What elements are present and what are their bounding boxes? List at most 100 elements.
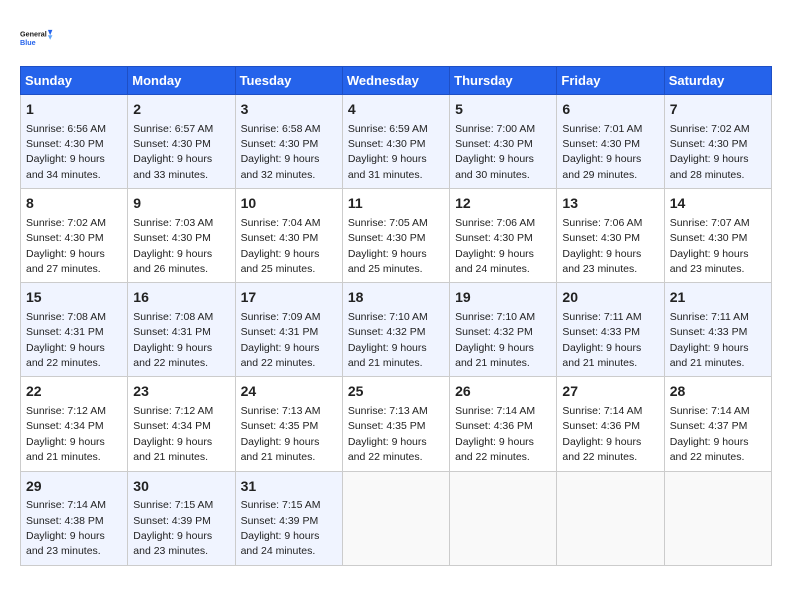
weekday-header-row: SundayMondayTuesdayWednesdayThursdayFrid… xyxy=(21,67,772,95)
daylight-text: Daylight: 9 hours and 21 minutes. xyxy=(562,342,641,369)
daylight-text: Daylight: 9 hours and 30 minutes. xyxy=(455,153,534,180)
calendar-day-cell: 7Sunrise: 7:02 AMSunset: 4:30 PMDaylight… xyxy=(664,95,771,189)
sunset-text: Sunset: 4:30 PM xyxy=(26,232,104,244)
weekday-header: Sunday xyxy=(21,67,128,95)
sunset-text: Sunset: 4:30 PM xyxy=(670,232,748,244)
day-number: 17 xyxy=(241,288,337,308)
day-number: 2 xyxy=(133,100,229,120)
sunset-text: Sunset: 4:39 PM xyxy=(133,515,211,527)
daylight-text: Daylight: 9 hours and 23 minutes. xyxy=(26,530,105,557)
daylight-text: Daylight: 9 hours and 21 minutes. xyxy=(26,436,105,463)
sunrise-text: Sunrise: 7:09 AM xyxy=(241,311,321,323)
calendar-day-cell: 15Sunrise: 7:08 AMSunset: 4:31 PMDayligh… xyxy=(21,283,128,377)
sunrise-text: Sunrise: 7:14 AM xyxy=(670,405,750,417)
calendar-day-cell: 30Sunrise: 7:15 AMSunset: 4:39 PMDayligh… xyxy=(128,471,235,565)
svg-text:General: General xyxy=(20,30,47,39)
sunrise-text: Sunrise: 7:11 AM xyxy=(670,311,749,323)
calendar-table: SundayMondayTuesdayWednesdayThursdayFrid… xyxy=(20,66,772,566)
calendar-day-cell: 24Sunrise: 7:13 AMSunset: 4:35 PMDayligh… xyxy=(235,377,342,471)
day-number: 25 xyxy=(348,382,444,402)
daylight-text: Daylight: 9 hours and 23 minutes. xyxy=(562,248,641,275)
calendar-day-cell: 4Sunrise: 6:59 AMSunset: 4:30 PMDaylight… xyxy=(342,95,449,189)
day-number: 18 xyxy=(348,288,444,308)
daylight-text: Daylight: 9 hours and 27 minutes. xyxy=(26,248,105,275)
sunrise-text: Sunrise: 7:11 AM xyxy=(562,311,641,323)
sunrise-text: Sunrise: 7:15 AM xyxy=(133,499,213,511)
sunrise-text: Sunrise: 7:13 AM xyxy=(348,405,428,417)
calendar-day-cell: 23Sunrise: 7:12 AMSunset: 4:34 PMDayligh… xyxy=(128,377,235,471)
logo-icon: GeneralBlue xyxy=(20,20,56,56)
daylight-text: Daylight: 9 hours and 21 minutes. xyxy=(133,436,212,463)
day-number: 11 xyxy=(348,194,444,214)
calendar-day-cell: 28Sunrise: 7:14 AMSunset: 4:37 PMDayligh… xyxy=(664,377,771,471)
calendar-day-cell: 14Sunrise: 7:07 AMSunset: 4:30 PMDayligh… xyxy=(664,189,771,283)
day-number: 12 xyxy=(455,194,551,214)
logo: GeneralBlue xyxy=(20,20,56,56)
sunrise-text: Sunrise: 7:13 AM xyxy=(241,405,321,417)
sunset-text: Sunset: 4:34 PM xyxy=(26,420,104,432)
sunset-text: Sunset: 4:30 PM xyxy=(348,232,426,244)
sunrise-text: Sunrise: 7:08 AM xyxy=(26,311,106,323)
sunset-text: Sunset: 4:30 PM xyxy=(562,232,640,244)
sunset-text: Sunset: 4:34 PM xyxy=(133,420,211,432)
daylight-text: Daylight: 9 hours and 21 minutes. xyxy=(670,342,749,369)
sunrise-text: Sunrise: 7:02 AM xyxy=(26,217,106,229)
calendar-day-cell: 21Sunrise: 7:11 AMSunset: 4:33 PMDayligh… xyxy=(664,283,771,377)
sunset-text: Sunset: 4:39 PM xyxy=(241,515,319,527)
sunrise-text: Sunrise: 7:14 AM xyxy=(562,405,642,417)
day-number: 20 xyxy=(562,288,658,308)
calendar-day-cell: 31Sunrise: 7:15 AMSunset: 4:39 PMDayligh… xyxy=(235,471,342,565)
sunset-text: Sunset: 4:32 PM xyxy=(455,326,533,338)
daylight-text: Daylight: 9 hours and 22 minutes. xyxy=(562,436,641,463)
daylight-text: Daylight: 9 hours and 24 minutes. xyxy=(241,530,320,557)
sunrise-text: Sunrise: 6:59 AM xyxy=(348,123,428,135)
daylight-text: Daylight: 9 hours and 29 minutes. xyxy=(562,153,641,180)
day-number: 22 xyxy=(26,382,122,402)
daylight-text: Daylight: 9 hours and 22 minutes. xyxy=(670,436,749,463)
day-number: 10 xyxy=(241,194,337,214)
day-number: 14 xyxy=(670,194,766,214)
calendar-week-row: 22Sunrise: 7:12 AMSunset: 4:34 PMDayligh… xyxy=(21,377,772,471)
sunrise-text: Sunrise: 7:10 AM xyxy=(455,311,535,323)
calendar-day-cell: 26Sunrise: 7:14 AMSunset: 4:36 PMDayligh… xyxy=(450,377,557,471)
sunrise-text: Sunrise: 7:02 AM xyxy=(670,123,750,135)
sunset-text: Sunset: 4:36 PM xyxy=(455,420,533,432)
day-number: 19 xyxy=(455,288,551,308)
calendar-day-cell xyxy=(557,471,664,565)
daylight-text: Daylight: 9 hours and 21 minutes. xyxy=(241,436,320,463)
day-number: 15 xyxy=(26,288,122,308)
calendar-day-cell: 10Sunrise: 7:04 AMSunset: 4:30 PMDayligh… xyxy=(235,189,342,283)
calendar-day-cell: 20Sunrise: 7:11 AMSunset: 4:33 PMDayligh… xyxy=(557,283,664,377)
day-number: 30 xyxy=(133,477,229,497)
daylight-text: Daylight: 9 hours and 34 minutes. xyxy=(26,153,105,180)
calendar-day-cell: 19Sunrise: 7:10 AMSunset: 4:32 PMDayligh… xyxy=(450,283,557,377)
calendar-day-cell: 3Sunrise: 6:58 AMSunset: 4:30 PMDaylight… xyxy=(235,95,342,189)
sunset-text: Sunset: 4:37 PM xyxy=(670,420,748,432)
sunset-text: Sunset: 4:30 PM xyxy=(670,138,748,150)
sunset-text: Sunset: 4:30 PM xyxy=(241,232,319,244)
daylight-text: Daylight: 9 hours and 22 minutes. xyxy=(26,342,105,369)
sunrise-text: Sunrise: 7:04 AM xyxy=(241,217,321,229)
calendar-week-row: 29Sunrise: 7:14 AMSunset: 4:38 PMDayligh… xyxy=(21,471,772,565)
day-number: 5 xyxy=(455,100,551,120)
daylight-text: Daylight: 9 hours and 32 minutes. xyxy=(241,153,320,180)
daylight-text: Daylight: 9 hours and 22 minutes. xyxy=(133,342,212,369)
weekday-header: Tuesday xyxy=(235,67,342,95)
daylight-text: Daylight: 9 hours and 22 minutes. xyxy=(241,342,320,369)
daylight-text: Daylight: 9 hours and 25 minutes. xyxy=(348,248,427,275)
day-number: 21 xyxy=(670,288,766,308)
calendar-day-cell: 18Sunrise: 7:10 AMSunset: 4:32 PMDayligh… xyxy=(342,283,449,377)
calendar-day-cell: 9Sunrise: 7:03 AMSunset: 4:30 PMDaylight… xyxy=(128,189,235,283)
day-number: 23 xyxy=(133,382,229,402)
sunset-text: Sunset: 4:36 PM xyxy=(562,420,640,432)
day-number: 24 xyxy=(241,382,337,402)
daylight-text: Daylight: 9 hours and 22 minutes. xyxy=(455,436,534,463)
day-number: 27 xyxy=(562,382,658,402)
calendar-day-cell: 5Sunrise: 7:00 AMSunset: 4:30 PMDaylight… xyxy=(450,95,557,189)
sunrise-text: Sunrise: 7:10 AM xyxy=(348,311,428,323)
calendar-day-cell: 8Sunrise: 7:02 AMSunset: 4:30 PMDaylight… xyxy=(21,189,128,283)
day-number: 9 xyxy=(133,194,229,214)
day-number: 13 xyxy=(562,194,658,214)
sunset-text: Sunset: 4:31 PM xyxy=(133,326,211,338)
calendar-day-cell: 22Sunrise: 7:12 AMSunset: 4:34 PMDayligh… xyxy=(21,377,128,471)
